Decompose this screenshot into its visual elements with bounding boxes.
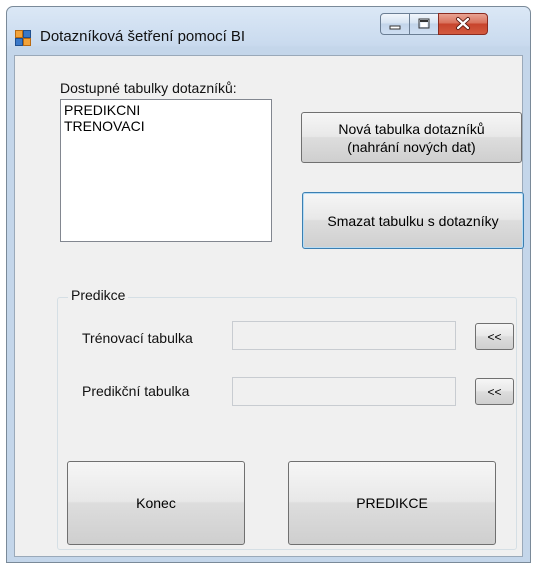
minimize-button[interactable]: [380, 13, 410, 35]
list-item[interactable]: TRENOVACI: [64, 118, 268, 134]
maximize-button[interactable]: [409, 13, 439, 35]
training-table-label: Trénovací tabulka: [82, 330, 193, 346]
maximize-icon: [418, 18, 430, 29]
new-table-button-line2: (nahrání nových dat): [347, 138, 476, 155]
new-table-button[interactable]: Nová tabulka dotazníků (nahrání nových d…: [301, 112, 522, 163]
delete-table-button[interactable]: Smazat tabulku s dotazníky: [302, 192, 524, 249]
tables-listbox[interactable]: PREDIKCNI TRENOVACI: [60, 99, 272, 242]
form-client-area: Dostupné tabulky dotazníků: PREDIKCNI TR…: [14, 55, 524, 557]
exit-button[interactable]: Konec: [67, 461, 245, 545]
title-bar[interactable]: Dotazníková šetření pomocí BI: [7, 7, 530, 55]
form-icon: [15, 30, 31, 46]
prediction-table-label: Predikční tabulka: [82, 383, 190, 399]
training-table-field[interactable]: [232, 321, 456, 350]
tables-list-label: Dostupné tabulky dotazníků:: [60, 80, 237, 96]
predict-button[interactable]: PREDIKCE: [288, 461, 496, 545]
app-window: Dotazníková šetření pomocí BI Dostupné t…: [6, 6, 531, 563]
window-title: Dotazníková šetření pomocí BI: [40, 28, 246, 45]
assign-training-button[interactable]: <<: [475, 323, 514, 350]
list-item[interactable]: PREDIKCNI: [64, 102, 268, 118]
close-icon: [456, 17, 470, 30]
prediction-group-legend: Predikce: [68, 287, 129, 303]
new-table-button-line1: Nová tabulka dotazníků: [338, 120, 485, 137]
minimize-icon: [389, 25, 401, 30]
prediction-table-field[interactable]: [232, 377, 456, 406]
assign-prediction-button[interactable]: <<: [475, 378, 514, 405]
close-button[interactable]: [438, 13, 488, 35]
